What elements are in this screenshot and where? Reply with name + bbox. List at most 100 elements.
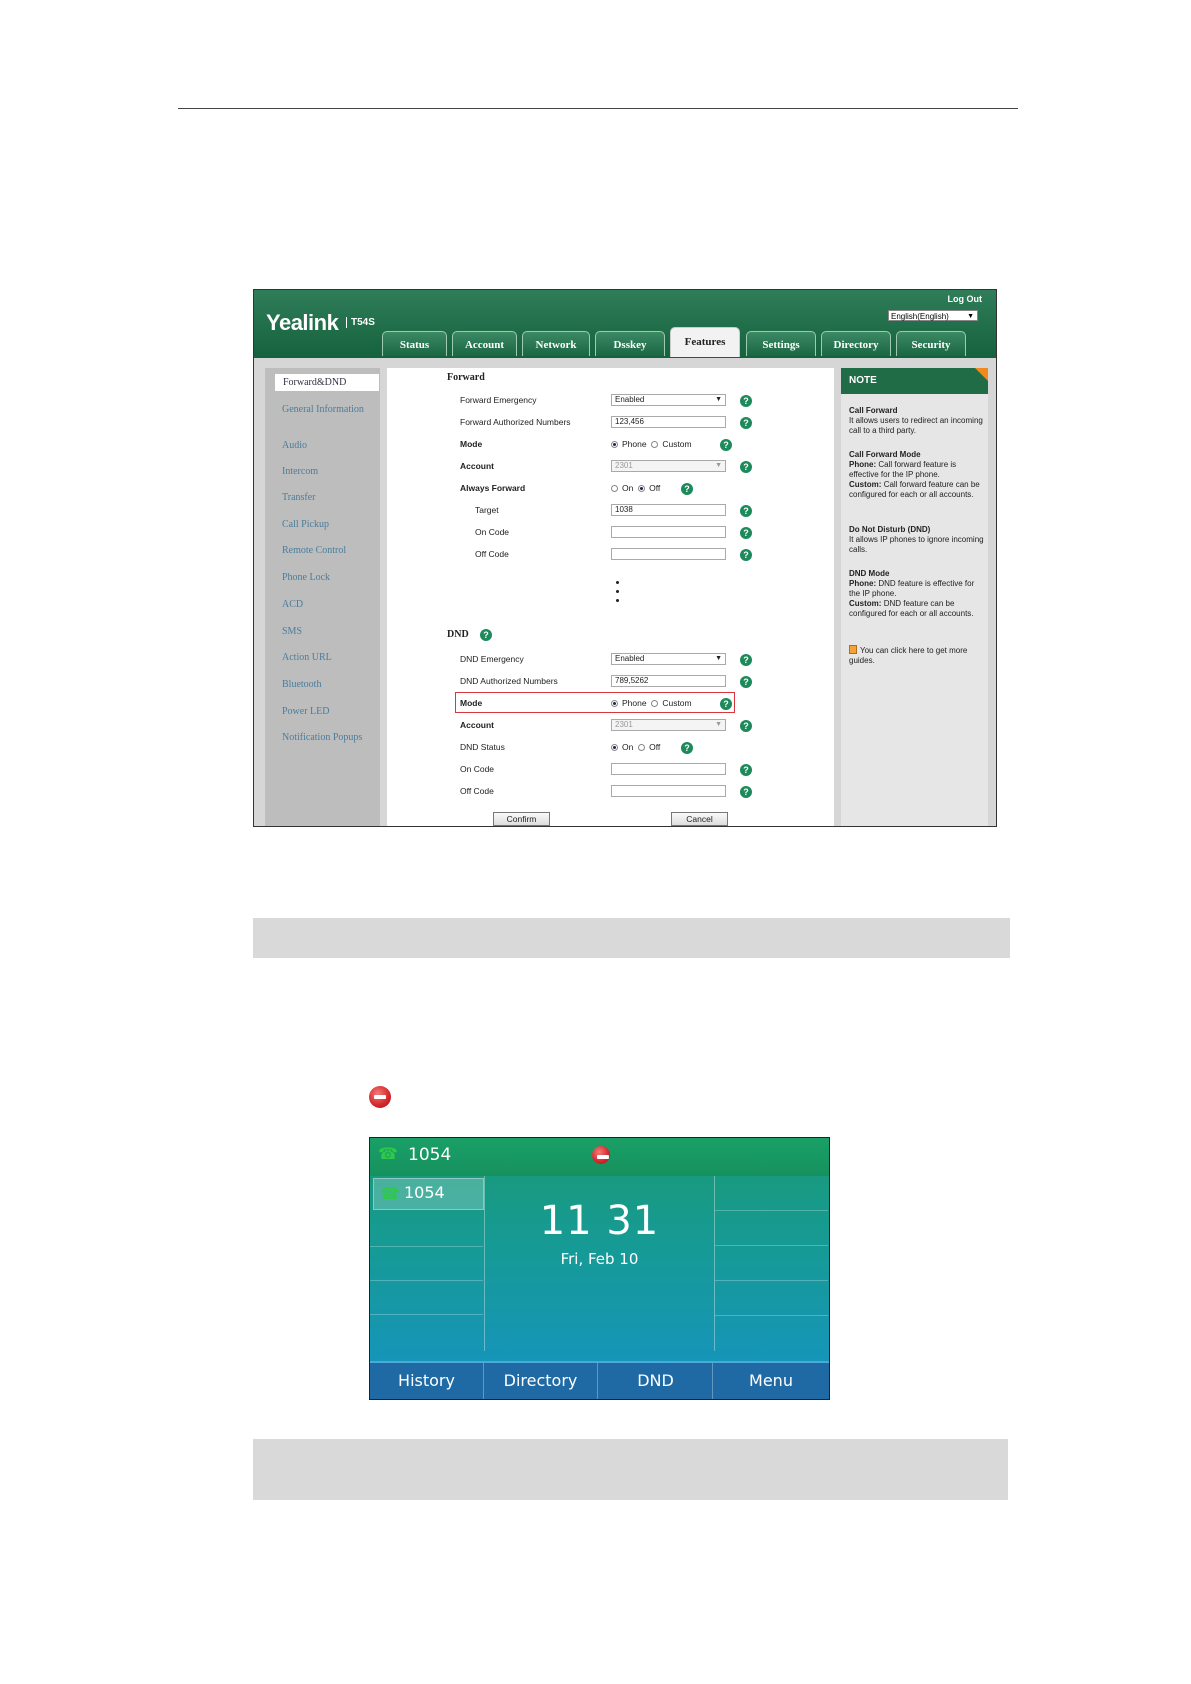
tab-features[interactable]: Features [670,327,740,357]
always-forward-on-radio[interactable] [611,485,618,492]
softkey-bar: History Directory DND Menu [370,1361,829,1399]
forward-account-select[interactable]: 2301 ▼ [611,460,726,472]
tab-network[interactable]: Network [522,331,590,356]
always-forward-off-radio[interactable] [638,485,646,492]
forward-mode-phone-radio[interactable] [611,441,618,448]
line-key-9[interactable] [715,1281,828,1316]
sidebar-item-forward-dnd[interactable]: Forward&DND [275,374,379,391]
chevron-down-icon: ▼ [715,655,722,662]
note-guide-link[interactable]: You can click here to get more guides. [849,645,984,666]
sidebar: Forward&DND General Information Audio In… [265,368,380,826]
note-call-forward: Call Forward It allows users to redirect… [849,406,984,436]
sidebar-item-call-pickup[interactable]: Call Pickup [282,519,382,530]
help-icon[interactable]: ? [740,527,752,539]
forward-account-value: 2301 [615,461,633,470]
dnd-icon [369,1086,391,1108]
sidebar-item-acd[interactable]: ACD [282,599,382,610]
help-icon[interactable]: ? [740,764,752,776]
line-key-6[interactable] [715,1176,828,1211]
dnd-mode-phone-radio[interactable] [611,700,618,707]
tab-security[interactable]: Security [896,331,966,356]
help-icon[interactable]: ? [681,742,693,754]
sidebar-item-intercom[interactable]: Intercom [282,466,382,477]
line-key-4[interactable] [370,1280,483,1315]
dnd-off-code-input[interactable] [611,785,726,797]
help-icon[interactable]: ? [740,654,752,666]
dnd-account-select[interactable]: 2301 ▼ [611,719,726,731]
tab-directory[interactable]: Directory [821,331,891,356]
forward-on-code-input[interactable] [611,526,726,538]
dnd-mode-custom-radio[interactable] [651,700,659,707]
softkey-directory[interactable]: Directory [484,1363,598,1399]
sidebar-item-phone-lock[interactable]: Phone Lock [282,572,382,583]
language-select[interactable]: English(English) ▼ [888,310,978,321]
tab-dsskey[interactable]: Dsskey [595,331,665,356]
help-icon[interactable]: ? [740,395,752,407]
guide-book-icon [849,645,857,654]
sidebar-item-transfer[interactable]: Transfer [282,492,382,503]
target-input[interactable]: 1038 [611,504,726,516]
help-icon[interactable]: ? [720,698,732,710]
help-icon[interactable]: ? [720,439,732,451]
tab-account[interactable]: Account [452,331,517,356]
softkey-dnd[interactable]: DND [599,1363,713,1399]
sidebar-item-remote-control[interactable]: Remote Control [282,545,382,556]
sidebar-item-notification-popups[interactable]: Notification Popups [282,732,392,743]
right-line-keys [715,1176,829,1351]
softkey-history[interactable]: History [370,1363,484,1399]
line-key-10[interactable] [715,1316,828,1350]
sidebar-item-bluetooth[interactable]: Bluetooth [282,679,382,690]
sidebar-item-power-led[interactable]: Power LED [282,706,382,717]
line-key-8[interactable] [715,1246,828,1281]
line-key-1[interactable]: ☎ 1054 [373,1178,484,1210]
help-icon[interactable]: ? [740,549,752,561]
sidebar-item-audio[interactable]: Audio [282,440,382,451]
logout-link[interactable]: Log Out [948,294,983,304]
dnd-auth-numbers-input[interactable]: 789,5262 [611,675,726,687]
always-forward-label: Always Forward [460,483,526,493]
model-label: T54S [346,317,375,328]
softkey-menu[interactable]: Menu [714,1363,828,1399]
line-key-1-label: 1054 [404,1183,445,1202]
forward-mode-custom-radio[interactable] [651,441,659,448]
dnd-status-off-radio[interactable] [638,744,646,751]
line-key-2[interactable] [370,1212,483,1247]
help-icon[interactable]: ? [740,786,752,798]
dnd-emergency-label: DND Emergency [460,654,524,664]
help-icon[interactable]: ? [740,720,752,732]
help-icon[interactable]: ? [740,461,752,473]
sidebar-item-general-information[interactable]: General Information [282,404,382,415]
dnd-on-code-input[interactable] [611,763,726,775]
line-key-5[interactable] [370,1314,483,1348]
dnd-off-code-label: Off Code [460,786,494,796]
help-icon[interactable]: ? [740,417,752,429]
help-icon[interactable]: ? [740,505,752,517]
note-corner-icon [975,368,988,381]
line-key-3[interactable] [370,1246,483,1281]
forward-auth-numbers-input[interactable]: 123,456 [611,416,726,428]
help-icon[interactable]: ? [681,483,693,495]
dnd-emergency-select[interactable]: Enabled ▼ [611,653,726,665]
note-cfm-custom-key: Custom: [849,480,882,489]
dnd-on-code-label: On Code [460,764,495,774]
dnd-section-title: DND [447,629,469,640]
tab-status[interactable]: Status [382,331,447,356]
help-icon[interactable]: ? [480,629,492,641]
line-key-7[interactable] [715,1211,828,1246]
clock-time: 11 31 [539,1198,660,1244]
forward-mode-radios: Phone Custom [611,439,692,449]
forward-off-code-input[interactable] [611,548,726,560]
phone-account-label: 1054 [408,1145,452,1165]
note-guide-text: You can click here to get more guides. [849,646,968,665]
forward-emergency-select[interactable]: Enabled ▼ [611,394,726,406]
confirm-button[interactable]: Confirm [493,812,550,826]
help-icon[interactable]: ? [740,676,752,688]
language-value: English(English) [891,312,949,321]
sidebar-item-sms[interactable]: SMS [282,626,382,637]
sidebar-item-action-url[interactable]: Action URL [282,652,382,663]
page-header-rule [178,108,1018,109]
dnd-status-on-radio[interactable] [611,744,618,751]
web-header: Yealink T54S Log Out English(English) ▼ S… [254,290,996,358]
cancel-button[interactable]: Cancel [671,812,728,826]
tab-settings[interactable]: Settings [746,331,816,356]
